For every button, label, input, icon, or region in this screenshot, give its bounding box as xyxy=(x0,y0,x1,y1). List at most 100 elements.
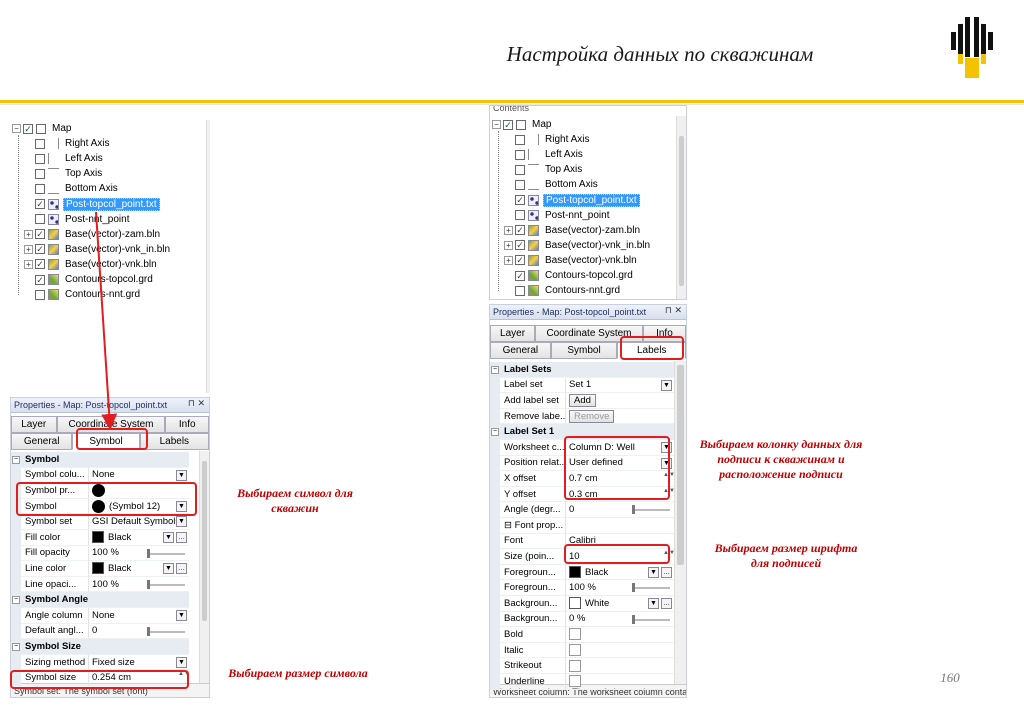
tab-layer[interactable]: Layer xyxy=(11,416,57,433)
tree-item[interactable]: Top Axis xyxy=(504,162,584,177)
right-pin-close-icon[interactable]: ⊓ ✕ xyxy=(665,305,682,316)
collapse-icon[interactable]: − xyxy=(12,643,20,652)
collapse-icon[interactable]: − xyxy=(491,428,499,437)
visibility-checkbox[interactable] xyxy=(515,164,525,175)
property-row[interactable]: Fill opacity 100 % xyxy=(11,545,189,562)
tab-general[interactable]: General xyxy=(490,342,551,359)
property-row[interactable]: Fill color Black … ▼ xyxy=(11,530,189,546)
property-value[interactable]: 0 xyxy=(566,502,674,518)
property-row[interactable]: Symbol set GSI Default Symbols ▼ xyxy=(11,514,189,530)
property-value[interactable]: 0 % xyxy=(566,612,674,628)
tree-item[interactable]: − ✓ Map xyxy=(492,117,553,132)
tree-item[interactable]: + ✓ Base(vector)-vnk.bln xyxy=(504,253,639,268)
tree-item[interactable]: ✓ Contours-topcol.grd xyxy=(504,268,635,283)
property-value[interactable]: Black … ▼ xyxy=(89,530,189,546)
tree-item[interactable]: + ✓ Base(vector)-vnk_in.bln xyxy=(504,238,652,253)
property-row[interactable]: Add label set Add xyxy=(490,393,674,409)
style-checkbox[interactable] xyxy=(569,628,581,641)
slider-handle[interactable] xyxy=(147,548,150,558)
visibility-checkbox[interactable]: ✓ xyxy=(515,255,525,266)
expand-toggle-icon[interactable]: + xyxy=(504,255,513,265)
property-value[interactable]: Black … ▼ xyxy=(89,561,189,577)
left-props-scrollbar[interactable] xyxy=(199,451,209,683)
property-value[interactable]: None ▼ xyxy=(89,608,189,624)
property-row[interactable]: Label set Set 1 ▼ xyxy=(490,377,674,394)
property-value[interactable]: White … ▼ xyxy=(566,596,674,612)
tree-item[interactable]: ✓ Post-topcol_point.txt xyxy=(24,197,160,212)
property-row[interactable]: Default angl... 0 xyxy=(11,623,189,640)
property-row[interactable]: Strikeout xyxy=(490,658,674,674)
property-row[interactable]: Line opaci... 100 % xyxy=(11,576,189,593)
visibility-checkbox[interactable] xyxy=(35,183,45,194)
property-row[interactable]: Italic xyxy=(490,642,674,659)
property-row[interactable]: Backgroun... 0 % xyxy=(490,611,674,628)
right-props-scrollbar[interactable] xyxy=(674,361,686,684)
property-row[interactable]: Sizing method Fixed size ▼ xyxy=(11,654,189,671)
dropdown-arrow-icon[interactable]: ▼ xyxy=(163,563,174,575)
dropdown-arrow-icon[interactable]: ▼ xyxy=(163,532,174,543)
dropdown-arrow-icon[interactable]: ▼ xyxy=(648,598,659,609)
style-checkbox[interactable] xyxy=(569,659,581,672)
tree-item[interactable]: Post-nnt_point xyxy=(504,208,612,223)
property-value[interactable]: Black … ▼ xyxy=(566,565,674,581)
tree-item[interactable]: Top Axis xyxy=(24,166,104,181)
visibility-checkbox[interactable] xyxy=(35,214,45,225)
property-row[interactable]: Foregroun... 100 % xyxy=(490,580,674,596)
value-slider[interactable] xyxy=(147,548,185,558)
property-value[interactable] xyxy=(566,643,674,659)
property-row[interactable]: Remove labe... Remove xyxy=(490,408,674,425)
property-value[interactable]: GSI Default Symbols ▼ xyxy=(89,514,189,530)
expand-toggle-icon[interactable]: + xyxy=(24,259,33,269)
tree-item[interactable]: Post-nnt_point xyxy=(24,212,132,227)
tree-item[interactable]: Right Axis xyxy=(24,136,111,151)
visibility-checkbox[interactable] xyxy=(515,285,525,296)
visibility-checkbox[interactable] xyxy=(515,179,525,190)
tree-item[interactable]: Left Axis xyxy=(504,147,585,162)
visibility-checkbox[interactable] xyxy=(515,149,525,160)
tree-item[interactable]: ✓ Contours-topcol.grd xyxy=(24,272,155,287)
value-slider[interactable] xyxy=(147,626,185,636)
value-slider[interactable] xyxy=(632,505,670,515)
dropdown-arrow-icon[interactable]: ▼ xyxy=(648,566,659,578)
property-value[interactable]: Add xyxy=(566,393,674,409)
value-slider[interactable] xyxy=(147,579,185,589)
property-value[interactable]: 100 % xyxy=(566,580,674,596)
slider-handle[interactable] xyxy=(632,583,635,593)
visibility-checkbox[interactable]: ✓ xyxy=(503,119,513,130)
right-tree-scrollbar[interactable] xyxy=(676,116,686,299)
visibility-checkbox[interactable] xyxy=(515,134,525,145)
scroll-thumb[interactable] xyxy=(677,365,684,565)
slider-handle[interactable] xyxy=(632,505,635,515)
property-value[interactable] xyxy=(566,627,674,643)
dropdown-arrow-icon[interactable]: ▼ xyxy=(176,610,187,621)
style-checkbox[interactable] xyxy=(569,644,581,657)
property-value[interactable] xyxy=(566,674,674,690)
dropdown-arrow-icon[interactable]: ▼ xyxy=(661,379,672,391)
visibility-checkbox[interactable]: ✓ xyxy=(515,225,525,236)
property-value[interactable]: Remove xyxy=(566,409,674,425)
tree-item[interactable]: Bottom Axis xyxy=(24,181,120,196)
property-row[interactable]: Symbol colu... None ▼ xyxy=(11,467,189,484)
right-object-tree[interactable]: − ✓ Map Right Axis Left Axis Top Axis Bottom A… xyxy=(490,116,676,299)
left-object-tree[interactable]: − ✓ Map Right Axis Left Axis Top Axis Bottom A… xyxy=(10,120,206,393)
slider-handle[interactable] xyxy=(632,614,635,624)
property-row[interactable]: Angle column None ▼ xyxy=(11,608,189,624)
property-value[interactable] xyxy=(566,518,674,534)
dropdown-arrow-icon[interactable]: ▼ xyxy=(176,469,187,481)
property-value[interactable]: 100 % xyxy=(89,546,189,562)
tree-item[interactable]: Left Axis xyxy=(24,151,105,166)
visibility-checkbox[interactable]: ✓ xyxy=(515,270,525,281)
visibility-checkbox[interactable] xyxy=(35,138,45,149)
dropdown-arrow-icon[interactable]: ▼ xyxy=(176,516,187,528)
value-slider[interactable] xyxy=(632,614,670,624)
visibility-checkbox[interactable]: ✓ xyxy=(23,123,33,134)
visibility-checkbox[interactable] xyxy=(35,289,45,300)
property-row[interactable]: Backgroun... White … ▼ xyxy=(490,596,674,612)
tree-item[interactable]: + ✓ Base(vector)-zam.bln xyxy=(24,227,162,242)
left-tree-scrollbar[interactable] xyxy=(206,120,210,393)
visibility-checkbox[interactable]: ✓ xyxy=(35,229,45,240)
tree-item[interactable]: Contours-nnt.grd xyxy=(504,283,622,298)
property-row[interactable]: ⊟ Font prop... xyxy=(490,518,674,534)
tree-item[interactable]: − ✓ Map xyxy=(12,121,73,136)
property-row[interactable]: Line color Black … ▼ xyxy=(11,561,189,577)
